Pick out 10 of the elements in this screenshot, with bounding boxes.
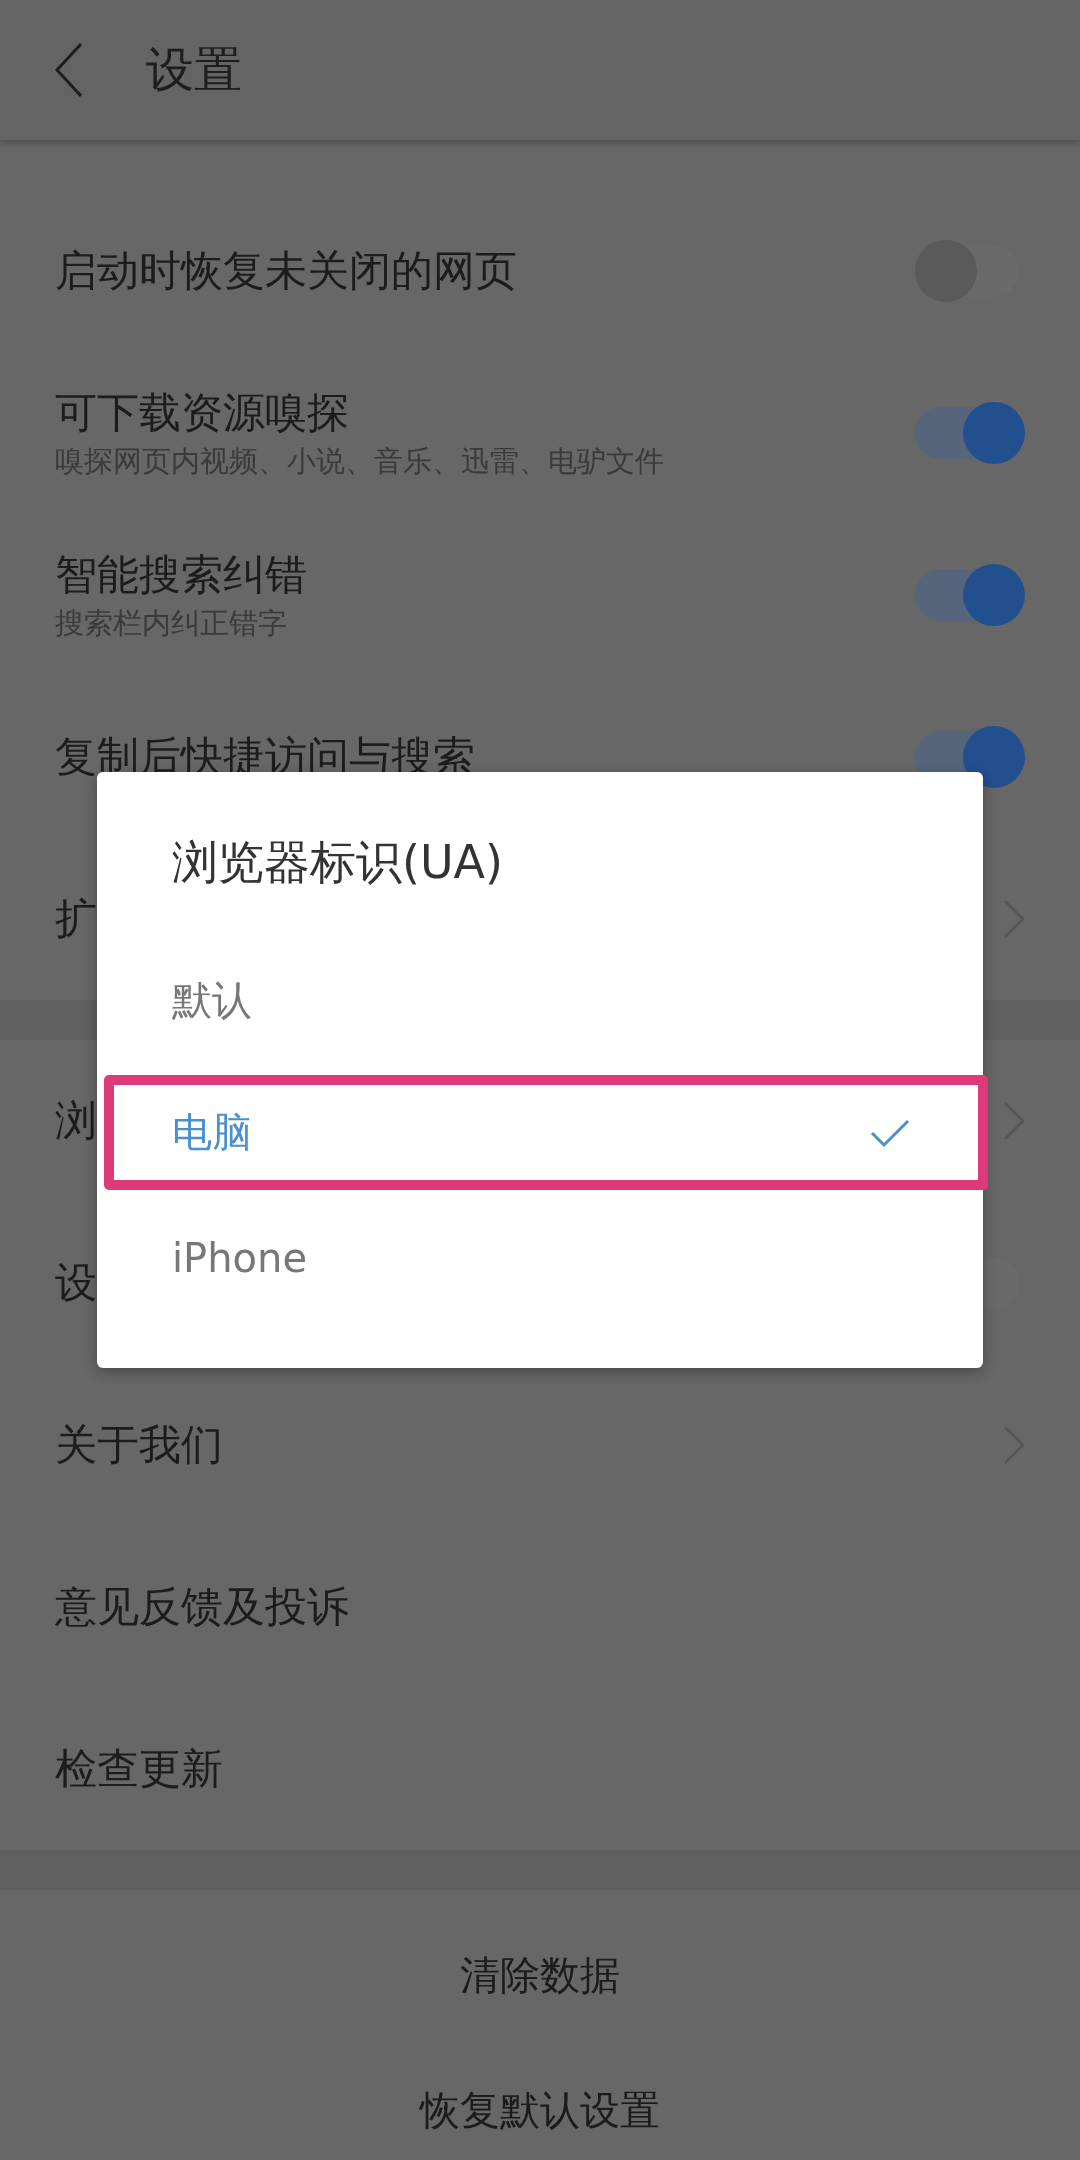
- row-label: 意见反馈及投诉: [55, 1581, 349, 1633]
- row-label: 智能搜索纠错: [55, 549, 307, 601]
- page-title: 设置: [146, 40, 242, 99]
- row-label: 检查更新: [55, 1743, 223, 1795]
- row-label: 扩: [55, 893, 97, 945]
- row-label: 浏: [55, 1095, 97, 1147]
- row-label: 关于我们: [55, 1419, 223, 1471]
- row-label: 可下载资源嗅探: [55, 387, 350, 439]
- dialog-title: 浏览器标识(UA): [171, 834, 505, 891]
- row-label: 启动时恢复未关闭的网页: [55, 245, 517, 297]
